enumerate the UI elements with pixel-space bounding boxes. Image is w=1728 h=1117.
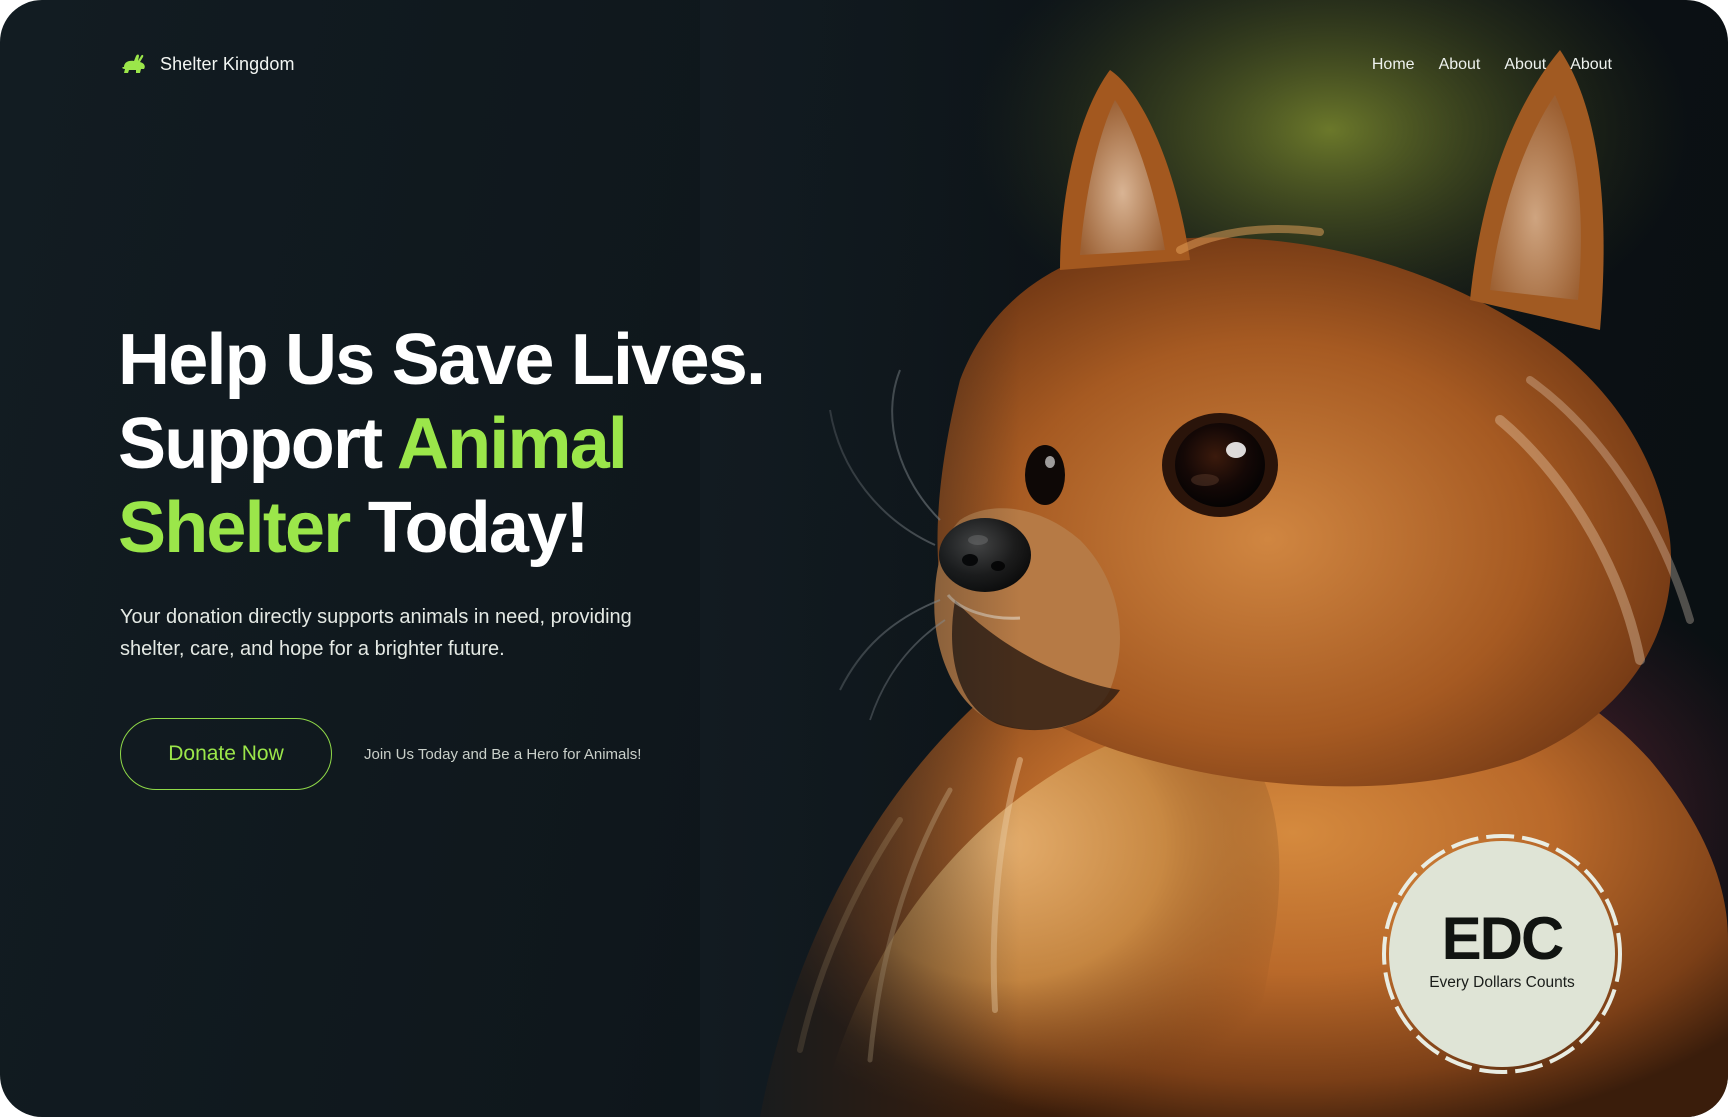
- nav-link-about[interactable]: About: [1439, 56, 1481, 74]
- headline-accent-animal: Animal: [396, 404, 628, 484]
- hero-subtitle: Your donation directly supports animals …: [120, 606, 632, 660]
- headline-today: Today!: [367, 488, 590, 568]
- rabbit-icon: [122, 54, 145, 73]
- edc-badge: EDC Every Dollars Counts: [1382, 834, 1622, 1074]
- nav-link-about[interactable]: About: [1504, 56, 1546, 74]
- nav-link-about[interactable]: About: [1570, 56, 1612, 74]
- top-navigation: Shelter Kingdom Home About About About: [0, 0, 1728, 135]
- headline-line-1: Help Us Save Lives.: [118, 320, 766, 400]
- brand-name: Shelter Kingdom: [160, 53, 295, 74]
- badge-caption: Every Dollars Counts: [1429, 974, 1575, 991]
- main-nav: Home About About About: [1372, 56, 1612, 74]
- cta-note: Join Us Today and Be a Hero for Animals!: [364, 745, 642, 763]
- brand[interactable]: Shelter Kingdom: [120, 53, 295, 75]
- badge-title: EDC: [1441, 905, 1565, 972]
- headline-support: Support: [118, 404, 383, 484]
- nav-link-home[interactable]: Home: [1372, 56, 1415, 74]
- donate-now-button[interactable]: Donate Now: [120, 718, 332, 790]
- headline-accent-shelter: Shelter: [118, 488, 351, 568]
- hero-headline: Help Us Save Lives. Support Animal Shelt…: [118, 318, 838, 570]
- cta-row: Donate Now Join Us Today and Be a Hero f…: [120, 718, 641, 790]
- landing-page: Shelter Kingdom Home About About About H…: [0, 0, 1728, 1117]
